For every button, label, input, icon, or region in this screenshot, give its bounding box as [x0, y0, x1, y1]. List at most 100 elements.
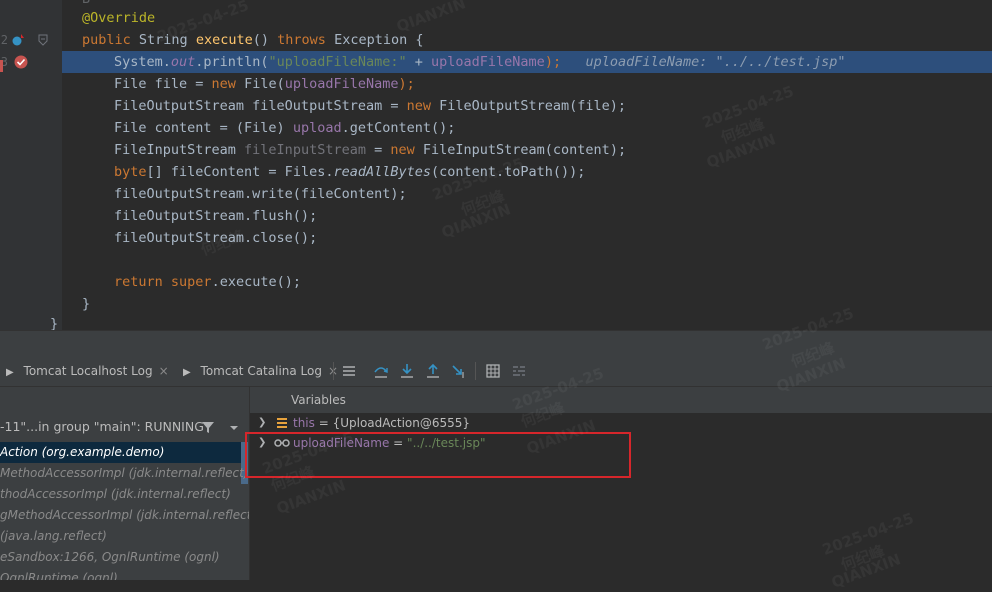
- console-icon: ▶: [6, 367, 14, 378]
- keyword: new: [211, 76, 236, 92]
- variable-equals: =: [314, 416, 333, 430]
- code-line-return: return super.execute();: [114, 271, 301, 293]
- step-out-icon[interactable]: [425, 363, 441, 379]
- panel-separator[interactable]: [0, 330, 992, 357]
- frame-method: thodAccessorImpl: [0, 487, 111, 501]
- stack-frame[interactable]: OgnlRuntime (ognl): [0, 568, 118, 580]
- stack-frame[interactable]: thodAccessorImpl (jdk.internal.reflect): [0, 484, 231, 505]
- code-line-annotation: @Override: [82, 10, 156, 26]
- variable-value: {UploadAction@6555}: [332, 416, 471, 430]
- frames-panel: -11"...in group "main": RUNNING Action (…: [0, 387, 250, 580]
- chevron-down-icon[interactable]: [229, 424, 239, 432]
- frame-method: eSandbox:1266, OgnlRuntime: [0, 550, 185, 564]
- field-icon: [277, 418, 287, 428]
- code-line: fileOutputStream.write(fileContent);: [114, 186, 407, 202]
- code-token: .getContent();: [341, 120, 456, 136]
- code-token: .execute();: [211, 274, 301, 290]
- static-field: out: [170, 54, 196, 70]
- toolbar-divider: [475, 362, 476, 380]
- field: uploadFileName: [284, 76, 399, 92]
- tab-label: Tomcat Catalina Log: [200, 364, 322, 378]
- keyword: byte: [114, 164, 147, 180]
- stack-frame[interactable]: Action (org.example.demo): [0, 442, 164, 463]
- method-name: execute: [195, 32, 253, 48]
- keyword: new: [390, 142, 415, 158]
- code-line: fileOutputStream.flush();: [114, 208, 318, 224]
- frame-package: (java.lang.reflect): [0, 529, 107, 543]
- frame-package: (jdk.internal.reflect): [136, 508, 250, 522]
- variable-entry: this = {UploadAction@6555}: [293, 413, 470, 433]
- code-token: .println(: [195, 54, 269, 70]
- stack-frame[interactable]: gMethodAccessorImpl (jdk.internal.reflec…: [0, 505, 250, 526]
- code-line-method-signature: public String execute() throws Exception…: [82, 29, 423, 51]
- keyword: super: [170, 274, 212, 290]
- punct: (): [252, 32, 270, 48]
- code-token: );: [398, 76, 415, 92]
- breakpoint-icon[interactable]: [13, 54, 29, 70]
- menu-icon[interactable]: [341, 363, 357, 379]
- code-token: FileOutputStream fileOutputStream =: [114, 98, 407, 114]
- trace-icon[interactable]: [511, 363, 527, 379]
- editor-gutter[interactable]: 2 3: [0, 0, 62, 330]
- tab-tomcat-localhost-log[interactable]: ▶ Tomcat Localhost Log ×: [6, 356, 169, 386]
- code-token: FileInputStream(content);: [414, 142, 627, 158]
- code-token: [] fileContent = Files.: [146, 164, 334, 180]
- type: Exception {: [334, 32, 424, 48]
- keyword: new: [406, 98, 431, 114]
- keyword: public: [82, 32, 131, 48]
- frame-package: (jdk.internal.reflect): [110, 487, 231, 501]
- frame-method: Action: [0, 445, 42, 459]
- code-token: File content = (File): [114, 120, 293, 136]
- code-token: =: [365, 142, 391, 158]
- current-line-marker: [0, 60, 3, 72]
- evaluate-expression-icon[interactable]: [485, 363, 501, 379]
- highlight-annotation-box: [245, 432, 631, 478]
- frame-package: (ognl): [184, 550, 220, 564]
- code-line: File file = new File(uploadFileName);: [114, 73, 415, 95]
- variables-header: Variables: [250, 387, 992, 413]
- code-token: );: [544, 54, 562, 70]
- toolbar-divider: [333, 362, 334, 380]
- close-icon[interactable]: ×: [159, 364, 169, 378]
- code-line: FileInputStream fileInputStream = new Fi…: [114, 139, 626, 161]
- override-marker-icon[interactable]: [11, 33, 25, 47]
- stack-frame[interactable]: (java.lang.reflect): [0, 526, 107, 547]
- tab-tomcat-catalina-log[interactable]: ▶ Tomcat Catalina Log×: [183, 356, 338, 386]
- fold-icon[interactable]: [38, 34, 48, 46]
- code-editor[interactable]: 2 3 B @Override public String execute() …: [0, 0, 992, 330]
- frame-method: OgnlRuntime: [0, 571, 83, 580]
- keyword: throws: [277, 32, 326, 48]
- type: String: [138, 32, 188, 48]
- variables-panel: Variables ❯ this = {UploadAction@6555} ❯…: [250, 387, 992, 580]
- tab-label: Tomcat Localhost Log: [23, 364, 153, 378]
- variables-title: Variables: [291, 393, 346, 407]
- inline-debug-value: uploadFileName: "../../test.jsp": [585, 54, 846, 70]
- code-line: fileOutputStream.close();: [114, 230, 318, 246]
- code-token: System.: [114, 54, 171, 70]
- keyword: return: [114, 274, 163, 290]
- step-into-icon[interactable]: [399, 363, 415, 379]
- code-token: FileInputStream: [114, 142, 245, 158]
- code-line: File content = (File) upload.getContent(…: [114, 117, 455, 139]
- frame-package: (jdk.internal.reflect): [128, 466, 249, 480]
- code-token: File file =: [114, 76, 212, 92]
- code-token: File(: [235, 76, 285, 92]
- step-over-icon[interactable]: [373, 363, 389, 379]
- code-token: +: [406, 54, 432, 70]
- code-line-closing-brace: }: [82, 296, 91, 312]
- string-literal: "uploadFileName:": [268, 54, 407, 70]
- console-icon: ▶: [183, 367, 191, 378]
- thread-selector[interactable]: -11"...in group "main": RUNNING: [0, 419, 204, 434]
- stack-frame[interactable]: eSandbox:1266, OgnlRuntime (ognl): [0, 547, 220, 568]
- unused-variable: fileInputStream: [244, 142, 366, 158]
- expand-arrow-icon[interactable]: ❯: [258, 413, 266, 433]
- stack-frame[interactable]: MethodAccessorImpl (jdk.internal.reflect…: [0, 463, 248, 484]
- variable-name: this: [293, 416, 315, 430]
- run-to-cursor-icon[interactable]: [451, 363, 467, 379]
- frame-method: MethodAccessorImpl: [0, 466, 129, 480]
- debug-tab-bar: ▶ Tomcat Localhost Log × ▶ Tomcat Catalin…: [0, 356, 992, 387]
- code-token: (content.toPath());: [431, 164, 586, 180]
- code-line: FileOutputStream fileOutputStream = new …: [114, 95, 626, 117]
- frame-package: (org.example.demo): [41, 445, 165, 459]
- filter-icon[interactable]: [201, 420, 215, 434]
